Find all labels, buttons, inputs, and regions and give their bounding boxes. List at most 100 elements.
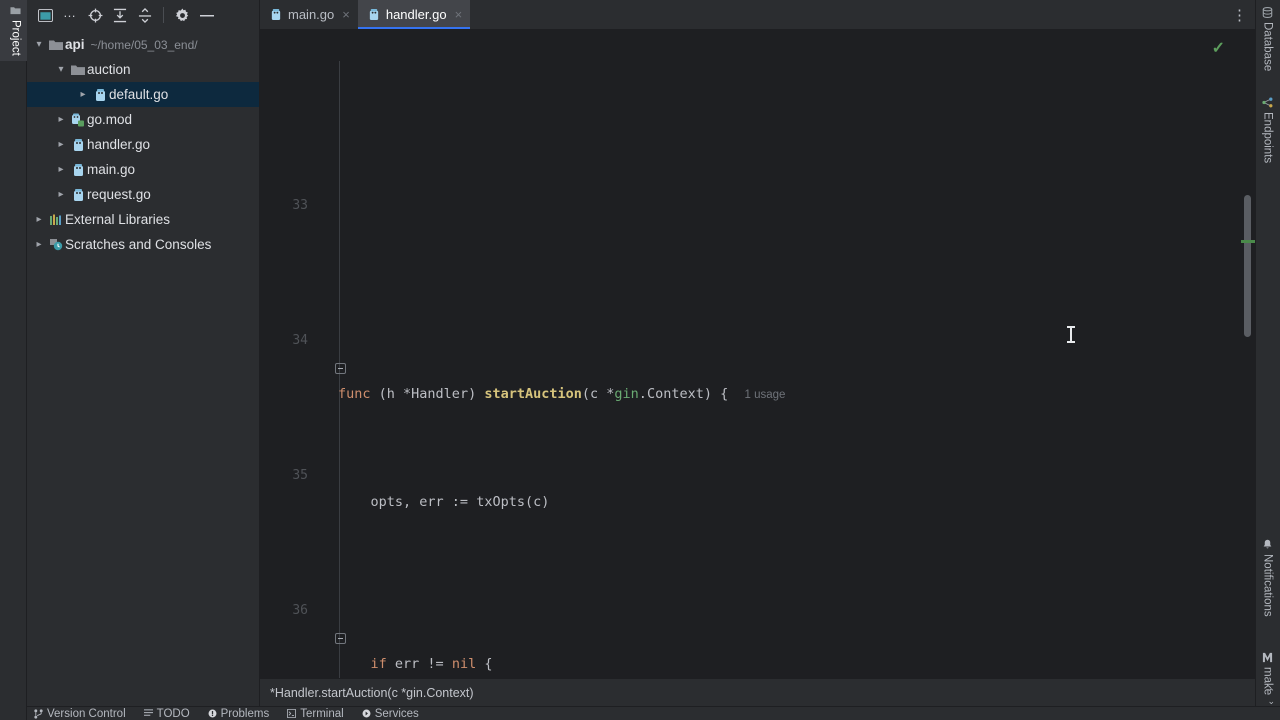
bottom-item-services[interactable]: Services — [362, 708, 419, 720]
sidebar-tab-endpoints[interactable]: Endpoints — [1255, 92, 1280, 168]
ellipsis-icon[interactable]: … — [58, 4, 82, 26]
editor-marker-gutter[interactable] — [1241, 30, 1255, 678]
tree-item-auction-label: auction — [87, 62, 131, 77]
go-file-icon — [91, 88, 109, 102]
code-line: 35 opts, err := txOpts(c) — [260, 435, 1255, 510]
sidebar-tab-database-label: Database — [1261, 22, 1274, 72]
project-tree: ▾ api ~/home/05_03_end/ ▾ auction ▸ defa… — [27, 30, 259, 257]
fold-marker-open[interactable] — [330, 354, 350, 381]
gear-icon[interactable] — [170, 4, 194, 26]
chevron-down-icon[interactable]: ▾ — [31, 39, 47, 50]
line-number: 34 — [292, 333, 308, 348]
tree-item-external-libraries[interactable]: ▸ External Libraries — [27, 207, 259, 232]
folder-icon — [69, 64, 87, 76]
bottom-item-todo[interactable]: TODO — [143, 707, 190, 720]
expand-all-icon[interactable] — [108, 4, 132, 26]
target-icon[interactable] — [83, 4, 107, 26]
folder-icon — [47, 39, 65, 51]
window-icon[interactable] — [33, 4, 57, 26]
collapse-all-icon[interactable] — [133, 4, 157, 26]
code-line: 36 if err != nil { — [260, 570, 1255, 672]
bottom-tool-bar: Version Control TODO Problems Terminal S… — [0, 706, 1280, 720]
bottom-item-problems-label: Problems — [220, 707, 270, 720]
ide-window: Project Bookmarks Structure … — [0, 0, 1280, 720]
make-icon — [1262, 652, 1273, 663]
code-content: 33 34 func (h *Handler) startAuction(c *… — [260, 30, 1255, 678]
usage-inlay-hint: 1 usage — [744, 389, 786, 401]
left-tool-strip: Project Bookmarks Structure — [0, 0, 27, 720]
chevron-right-icon[interactable]: ▸ — [53, 164, 69, 175]
code-text: func (h *Handler) startAuction(c *gin.Co… — [338, 386, 786, 402]
chevron-right-icon[interactable]: ▸ — [75, 89, 91, 100]
sidebar-tab-notifications[interactable]: Notifications — [1255, 534, 1280, 622]
bottom-item-terminal[interactable]: Terminal — [287, 707, 344, 720]
code-text: if err != nil { — [370, 656, 493, 672]
bottom-item-version-control[interactable]: Version Control — [34, 708, 126, 720]
minimize-icon[interactable] — [195, 4, 219, 26]
editor-tab-bar: main.go × handler.go × ⋮ — [260, 0, 1255, 30]
line-number: 35 — [292, 468, 308, 483]
scroll-bottom-icon[interactable]: ⌄ — [1267, 697, 1275, 706]
problems-icon — [208, 709, 217, 718]
chevron-down-icon[interactable]: ▾ — [53, 64, 69, 75]
line-number: 33 — [292, 198, 308, 213]
editor-tab-options-button[interactable]: ⋮ — [1224, 0, 1255, 29]
tab-main-go[interactable]: main.go × — [260, 0, 358, 29]
chevron-right-icon[interactable]: ▸ — [53, 139, 69, 150]
bell-icon — [1262, 539, 1273, 550]
bottom-item-problems[interactable]: Problems — [208, 707, 270, 720]
inspection-status-icon[interactable]: ✓ — [1212, 38, 1225, 58]
tab-handler-go[interactable]: handler.go × — [357, 0, 471, 29]
tree-item-handler-go[interactable]: ▸ handler.go — [27, 132, 259, 157]
go-file-icon — [69, 138, 87, 152]
tree-item-main-go-label: main.go — [87, 162, 136, 177]
tree-item-go-mod-label: go.mod — [87, 112, 133, 127]
breadcrumb-text: *Handler.startAuction(c *gin.Context) — [270, 685, 474, 700]
code-line: 34 func (h *Handler) startAuction(c *gin… — [260, 300, 1255, 402]
code-viewport[interactable]: 33 34 func (h *Handler) startAuction(c *… — [260, 30, 1255, 678]
tree-item-request-go[interactable]: ▸ request.go — [27, 182, 259, 207]
sidebar-tab-project[interactable]: Project — [0, 0, 27, 61]
chevron-right-icon[interactable]: ▸ — [31, 239, 47, 250]
bottom-item-services-label: Services — [374, 707, 419, 720]
chevron-right-icon[interactable]: ▸ — [31, 214, 47, 225]
mouse-text-cursor — [1067, 326, 1075, 343]
bottom-item-version-control-label: Version Control — [47, 707, 126, 720]
editor-vertical-scrollbar-thumb[interactable] — [1244, 195, 1251, 337]
sidebar-tab-database[interactable]: Database — [1255, 2, 1280, 76]
chevron-right-icon[interactable]: ▸ — [53, 114, 69, 125]
go-file-icon — [69, 188, 87, 202]
tree-item-handler-go-label: handler.go — [87, 137, 151, 152]
editor-scroll-corner-icons[interactable]: ⌃ ⌄ — [1267, 688, 1275, 706]
bottom-item-todo-label: TODO — [156, 707, 190, 720]
endpoints-icon — [1262, 97, 1273, 108]
tree-item-default-go[interactable]: ▸ default.go — [27, 82, 259, 107]
sidebar-tab-project-label: Project — [9, 20, 22, 56]
tab-handler-go-label: handler.go — [385, 7, 447, 22]
tree-item-api-path: ~/home/05_03_end/ — [90, 37, 198, 52]
bottom-item-terminal-label: Terminal — [300, 707, 344, 720]
code-line: 33 — [260, 165, 1255, 213]
go-file-icon — [69, 163, 87, 177]
close-icon[interactable]: × — [455, 7, 463, 22]
tab-main-go-label: main.go — [288, 7, 335, 22]
branch-icon — [34, 708, 43, 719]
chevron-right-icon[interactable]: ▸ — [53, 189, 69, 200]
tree-item-go-mod[interactable]: ▸ go.mod — [27, 107, 259, 132]
project-folder-icon — [10, 5, 21, 16]
library-icon — [47, 214, 65, 226]
fold-marker-open[interactable] — [330, 624, 350, 651]
editor-area: main.go × handler.go × ⋮ 33 34 func (h *… — [260, 0, 1255, 706]
breadcrumb[interactable]: *Handler.startAuction(c *gin.Context) — [260, 678, 1255, 706]
toolbar-separator — [163, 7, 164, 23]
close-icon[interactable]: × — [342, 7, 350, 22]
project-panel: … ▾ api ~/home/05_03_end/ ▾ auction ▸ de… — [27, 0, 260, 706]
scratches-icon — [47, 238, 65, 251]
tree-item-auction[interactable]: ▾ auction — [27, 57, 259, 82]
tree-item-main-go[interactable]: ▸ main.go — [27, 157, 259, 182]
tree-item-api[interactable]: ▾ api ~/home/05_03_end/ — [27, 32, 259, 57]
project-toolbar: … — [27, 0, 259, 30]
tree-item-scratches-and-consoles[interactable]: ▸ Scratches and Consoles — [27, 232, 259, 257]
terminal-icon — [287, 709, 297, 718]
database-icon — [1262, 7, 1273, 18]
